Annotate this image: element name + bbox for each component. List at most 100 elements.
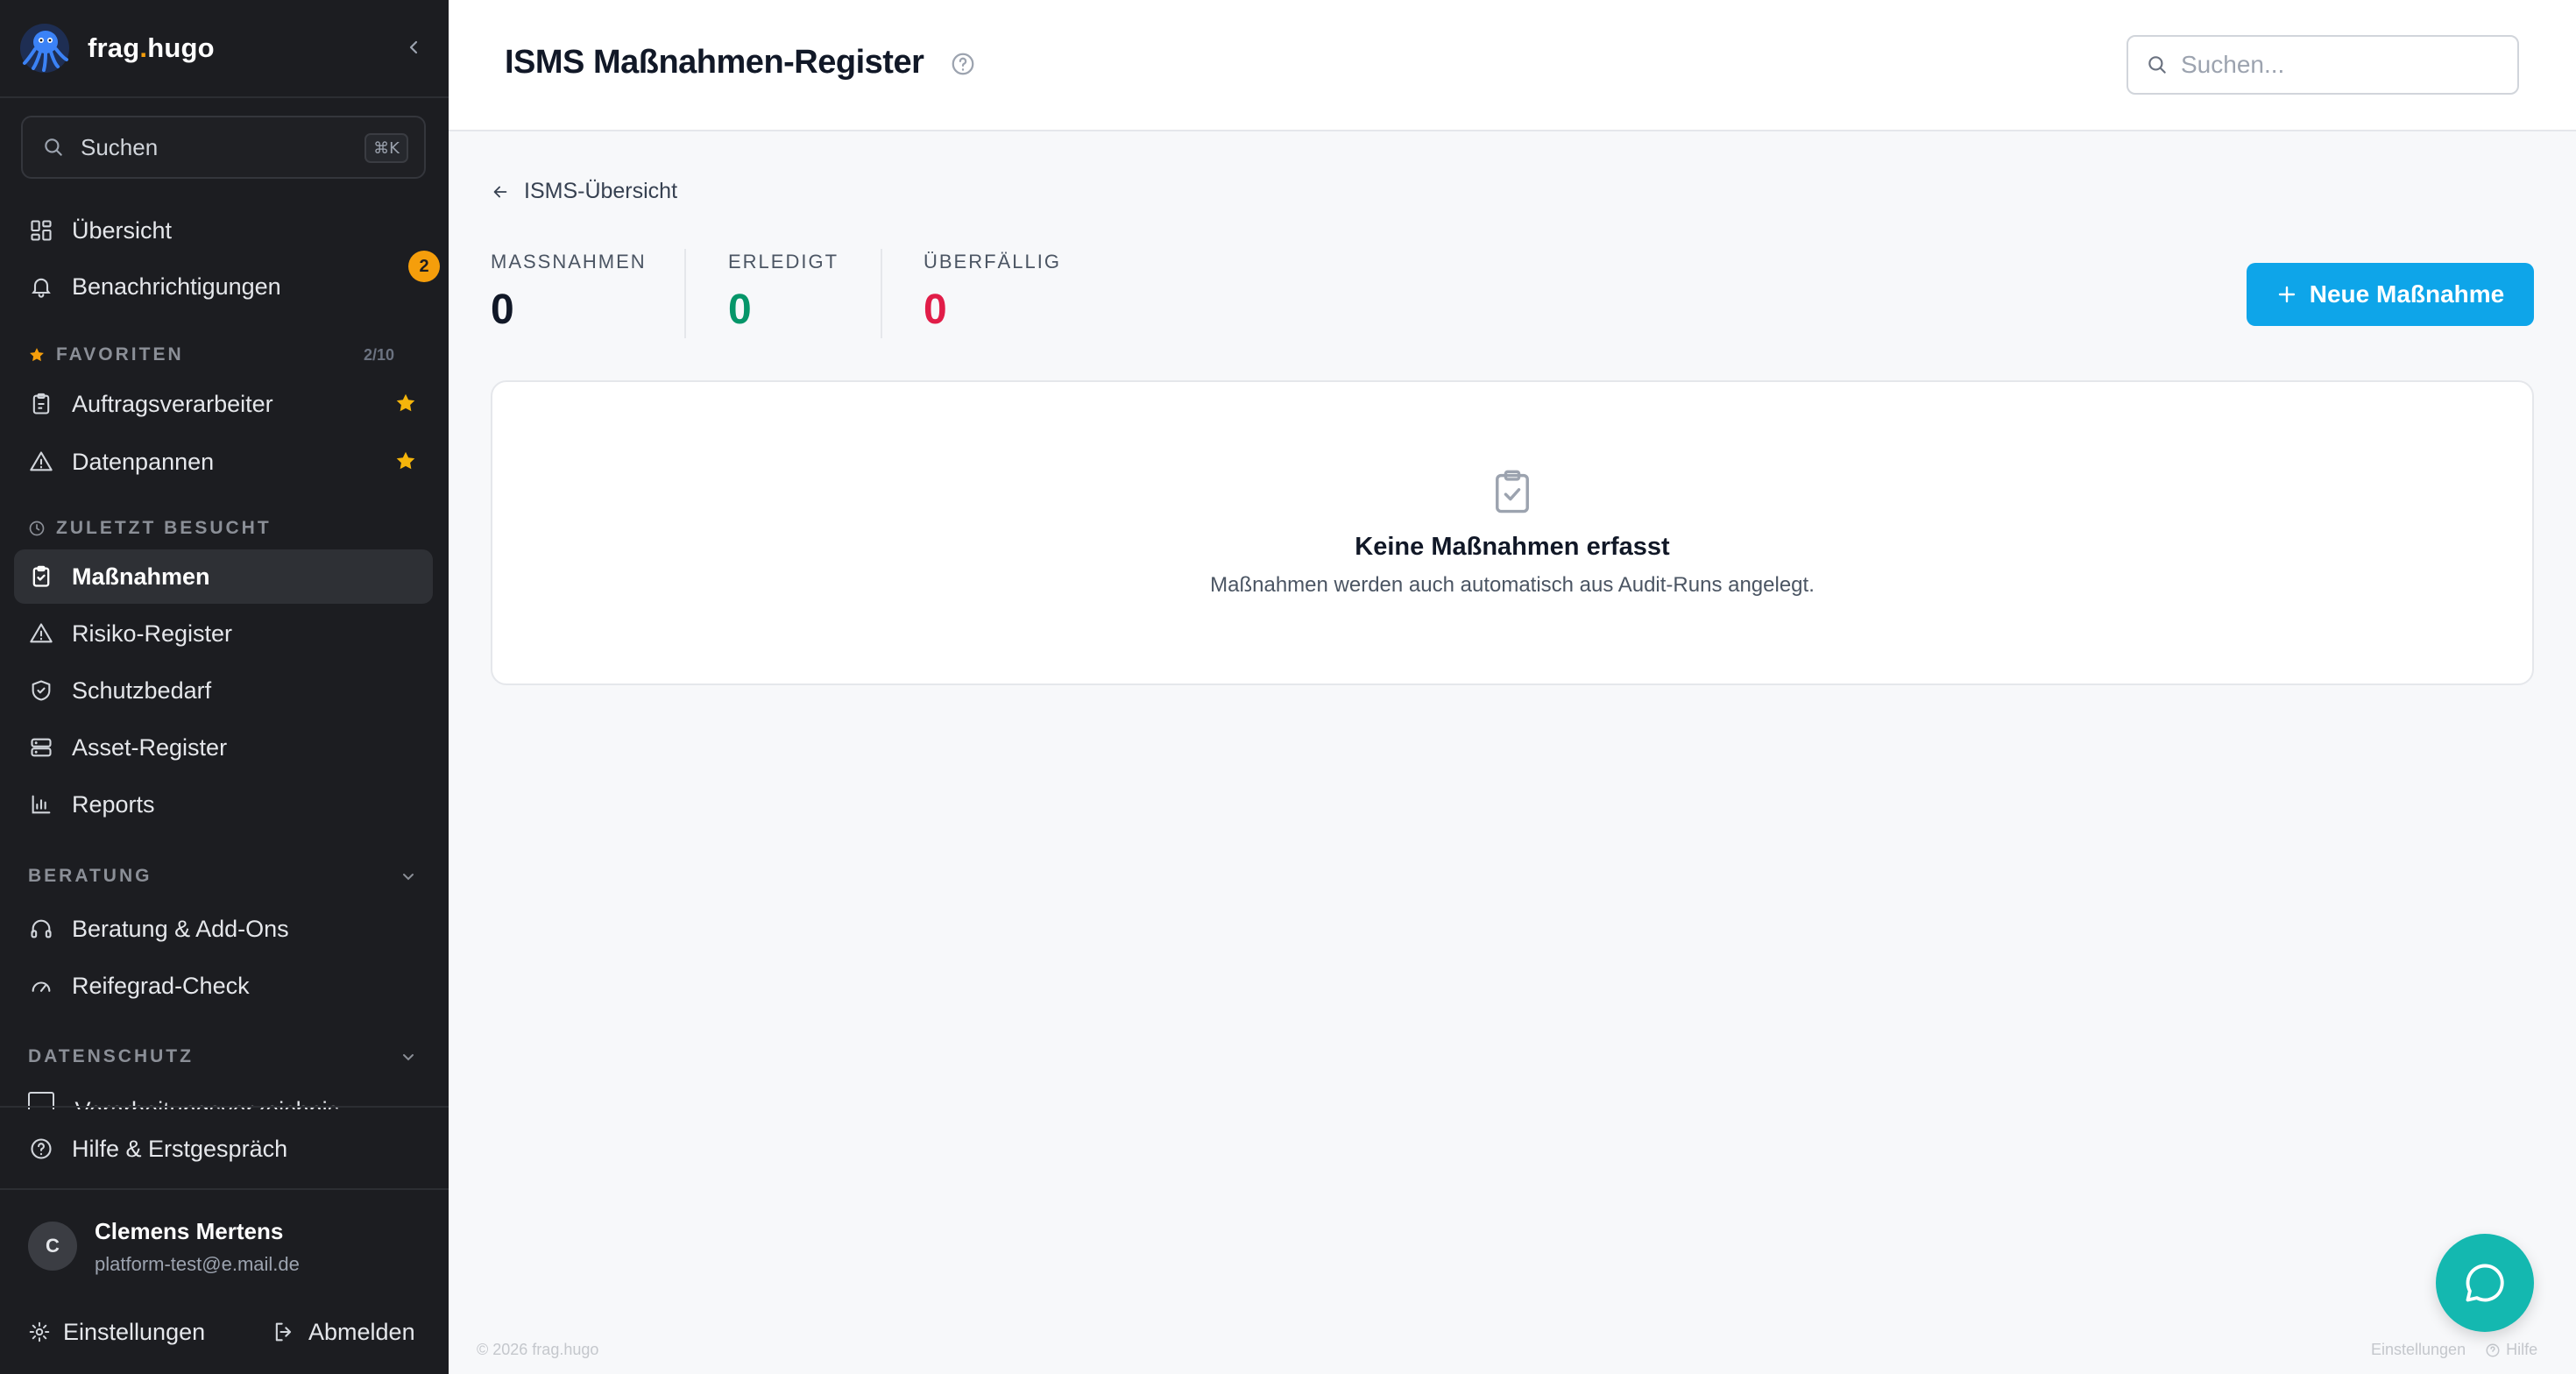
new-measure-button[interactable]: Neue Maßnahme	[2247, 263, 2534, 326]
user-name: Clemens Mertens	[95, 1218, 284, 1244]
divider	[0, 1188, 449, 1190]
arrow-left-icon	[493, 186, 507, 197]
logout-label: Abmelden	[308, 1318, 415, 1345]
empty-state-title: Keine Maßnahmen erfasst	[1355, 533, 1670, 561]
datenschutz-title: DATENSCHUTZ	[28, 1046, 194, 1066]
clock-icon	[29, 521, 45, 536]
beratung-section-header[interactable]: BERATUNG	[28, 863, 152, 889]
datenschutz-section-header[interactable]: DATENSCHUTZ	[28, 1044, 194, 1070]
warning-icon	[28, 620, 54, 647]
sidebar-item-label: Hilfe & Erstgespräch	[72, 1135, 288, 1162]
empty-state-subtitle: Maßnahmen werden auch automatisch aus Au…	[1210, 573, 1815, 597]
stat-ueberfaellig: ÜBERFÄLLIG 0	[924, 251, 1061, 334]
chevron-down-icon[interactable]	[400, 1048, 417, 1066]
gauge-icon	[28, 973, 54, 999]
sidebar-item-label: Beratung & Add-Ons	[72, 915, 289, 942]
settings-label: Einstellungen	[63, 1318, 206, 1345]
avatar[interactable]: C	[28, 1222, 77, 1271]
favorites-count: 2/10	[363, 345, 394, 364]
favorites-title: FAVORITEN	[56, 344, 184, 365]
back-link-label: ISMS-Übersicht	[524, 179, 678, 203]
chat-button[interactable]	[2436, 1234, 2534, 1332]
stat-value: 0	[728, 287, 752, 333]
stat-label: ÜBERFÄLLIG	[924, 251, 1061, 273]
footer-settings-link[interactable]: Einstellungen	[2371, 1341, 2466, 1359]
chevron-left-icon	[409, 40, 418, 54]
sidebar-item-reifegrad-check[interactable]: Reifegrad-Check	[14, 959, 433, 1013]
stat-value: 0	[924, 287, 947, 333]
chevron-down-icon[interactable]	[400, 868, 417, 885]
warning-icon	[28, 449, 54, 475]
user-email: platform-test@e.mail.de	[95, 1253, 300, 1275]
back-link[interactable]: ISMS-Übersicht	[491, 179, 677, 204]
search-icon	[45, 138, 62, 156]
sidebar-item-label: Datenpannen	[72, 448, 215, 475]
stat-divider	[881, 249, 882, 338]
search-input[interactable]	[2181, 51, 2496, 79]
footer-help-link[interactable]: Hilfe	[2485, 1341, 2537, 1359]
stat-erledigt: ERLEDIGT 0	[728, 251, 839, 334]
clipboard-check-icon	[28, 563, 54, 590]
stat-label: ERLEDIGT	[728, 251, 839, 273]
sidebar-item-overview[interactable]: Übersicht	[14, 203, 433, 258]
shield-check-icon	[28, 677, 54, 704]
brand[interactable]: frag.hugo	[19, 19, 215, 77]
footer-help-label: Hilfe	[2506, 1341, 2538, 1358]
search-field[interactable]	[2127, 35, 2519, 95]
logout-button[interactable]: Abmelden	[272, 1313, 415, 1351]
sidebar-item-schutzbedarf[interactable]: Schutzbedarf	[14, 663, 433, 718]
bar-chart-icon	[28, 791, 54, 818]
bell-icon	[28, 273, 54, 300]
stat-value: 0	[491, 287, 514, 333]
help-circle-icon[interactable]	[950, 51, 976, 77]
sidebar-item-label: Risiko-Register	[72, 620, 233, 647]
favorite-star-icon[interactable]	[394, 392, 417, 414]
sidebar-item-auftragsverarbeiter[interactable]: Auftragsverarbeiter	[14, 377, 433, 431]
footer-links: Einstellungen Hilfe	[2371, 1341, 2537, 1359]
help-consultation-link[interactable]: Hilfe & Erstgespräch	[14, 1122, 433, 1176]
gear-icon	[29, 1321, 50, 1342]
help-circle-icon	[2486, 1343, 2500, 1356]
divider	[0, 96, 449, 98]
copyright: © 2026 frag.hugo	[477, 1341, 599, 1358]
dashboard-icon	[28, 217, 54, 244]
logout-icon	[275, 1322, 292, 1342]
collapse-sidebar-button[interactable]	[400, 33, 428, 61]
sidebar-search-button[interactable]: Suchen ⌘K	[21, 116, 426, 179]
sidebar: frag.hugo Suchen ⌘K Übersicht Benachrich…	[0, 0, 449, 1374]
sidebar-item-label: Maßnahmen	[72, 563, 210, 590]
empty-state-card: Keine Maßnahmen erfasst Maßnahmen werden…	[491, 380, 2534, 685]
favorites-section-header: FAVORITEN 2/10	[28, 342, 422, 368]
favorite-star-icon[interactable]	[394, 450, 417, 472]
sidebar-item-beratung-addons[interactable]: Beratung & Add-Ons	[14, 902, 433, 956]
search-icon	[2148, 56, 2166, 74]
star-icon	[30, 348, 44, 362]
plus-icon	[2278, 286, 2295, 303]
sidebar-item-label: Übersicht	[72, 216, 173, 244]
sidebar-search-label: Suchen	[81, 133, 159, 160]
sidebar-item-label: Benachrichtigungen	[72, 273, 281, 300]
stat-divider	[684, 249, 686, 338]
top-bar: ISMS Maßnahmen-Register	[449, 0, 2576, 131]
octopus-logo-icon	[20, 24, 69, 73]
sidebar-item-label: Schutzbedarf	[72, 676, 212, 704]
sidebar-item-notifications[interactable]: Benachrichtigungen	[14, 259, 433, 314]
help-circle-icon	[28, 1136, 54, 1162]
sidebar-item-reports[interactable]: Reports	[14, 777, 433, 832]
sidebar-item-massnahmen[interactable]: Maßnahmen	[14, 549, 433, 604]
sidebar-item-datenpannen[interactable]: Datenpannen	[14, 435, 433, 489]
shortcut-hint: ⌘K	[364, 133, 408, 163]
page-title: ISMS Maßnahmen-Register	[505, 44, 924, 81]
beratung-title: BERATUNG	[28, 866, 152, 886]
settings-button[interactable]: Einstellungen	[28, 1313, 205, 1351]
stat-label: MASSNAHMEN	[491, 251, 647, 273]
new-measure-label: Neue Maßnahme	[2309, 280, 2505, 308]
sidebar-item-label: Asset-Register	[72, 733, 228, 761]
notification-count-badge: 2	[408, 251, 440, 282]
sidebar-item-asset-register[interactable]: Asset-Register	[14, 720, 433, 775]
sidebar-item-label: Reports	[72, 790, 155, 818]
recent-section-header: ZULETZT BESUCHT	[28, 515, 272, 542]
sidebar-item-risiko-register[interactable]: Risiko-Register	[14, 606, 433, 661]
brand-name: frag.hugo	[88, 32, 215, 63]
sidebar-item-label: Reifegrad-Check	[72, 972, 250, 999]
